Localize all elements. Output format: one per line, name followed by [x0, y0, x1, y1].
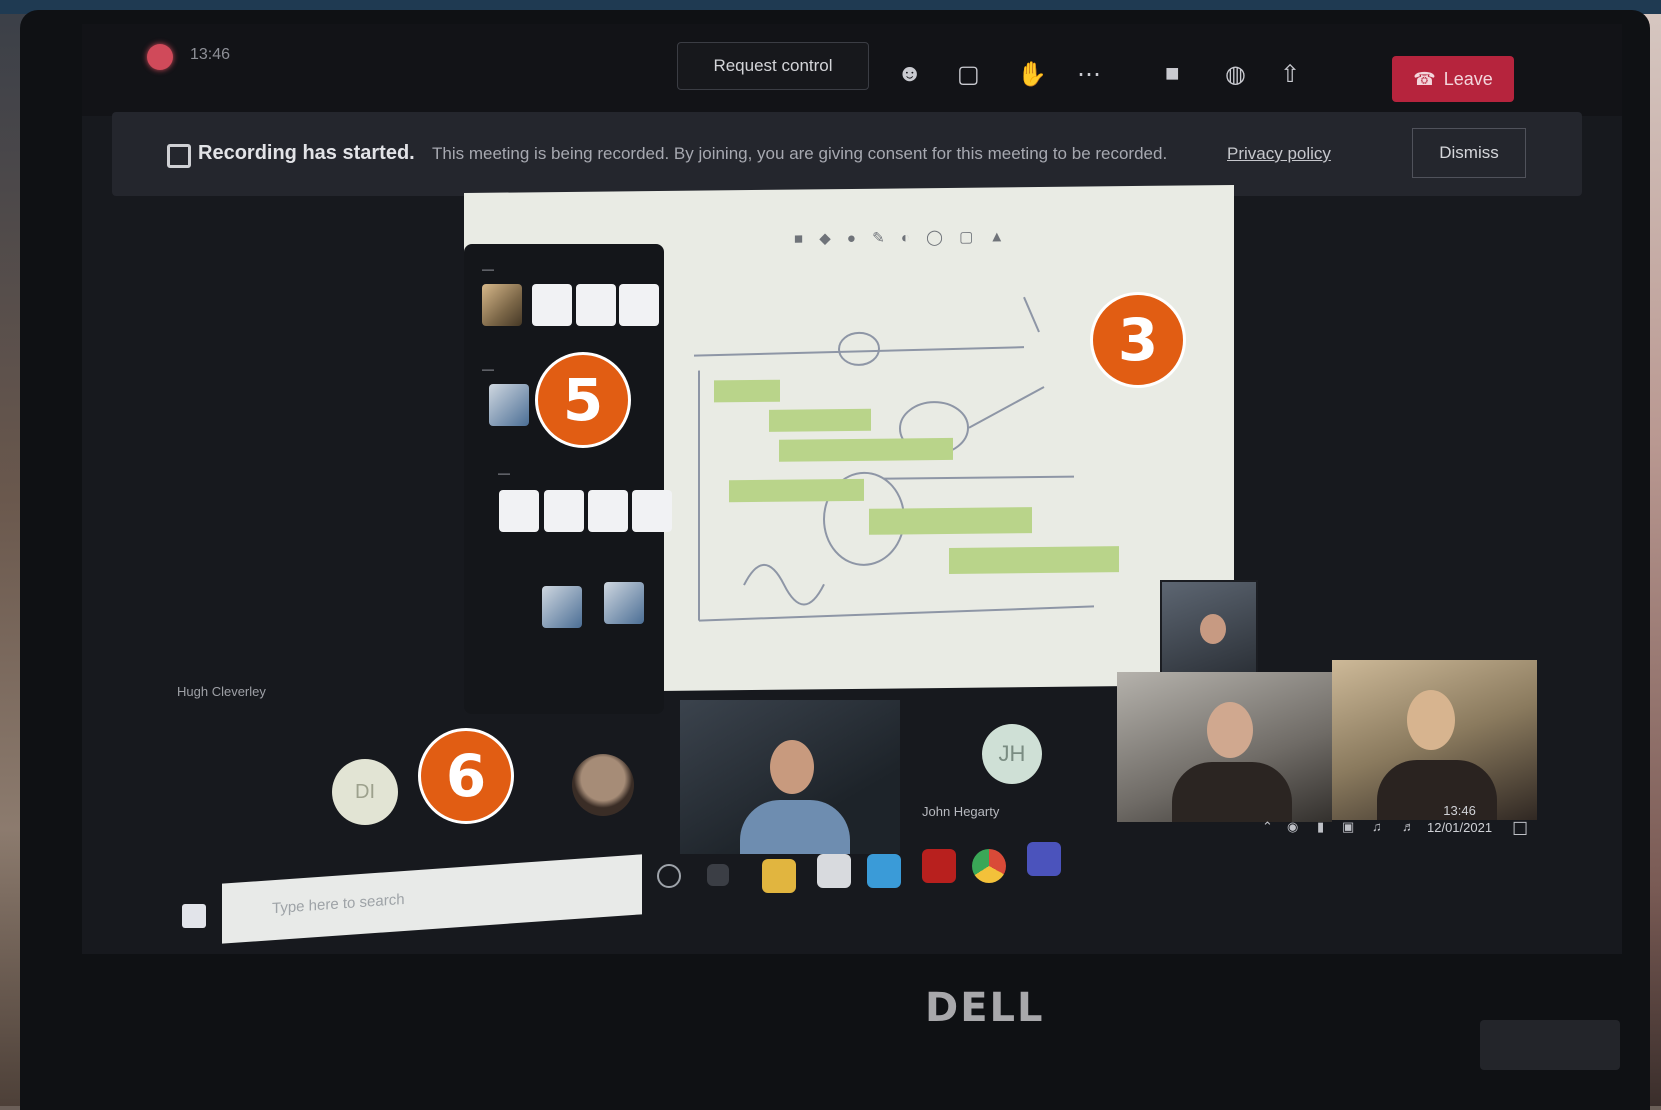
mic-icon[interactable]: ◍	[1225, 60, 1246, 89]
taskbar-search-box[interactable]: Type here to search	[222, 854, 642, 944]
panel-heading-2: —	[482, 362, 494, 376]
lock-icon	[167, 144, 191, 168]
participant-name-left: Hugh Cleverley	[177, 684, 266, 699]
dismiss-button[interactable]: Dismiss	[1412, 128, 1526, 178]
banner-title: Recording has started.	[198, 142, 415, 164]
volume-icon[interactable]: ♫	[1372, 819, 1382, 834]
phone-icon: ☎	[1413, 68, 1436, 89]
more-icon[interactable]: ⋯	[1077, 60, 1101, 89]
tray-chevron-icon[interactable]: ⌃	[1262, 819, 1273, 835]
panel-tile[interactable]	[619, 284, 659, 326]
chat-icon[interactable]: ▢	[957, 60, 980, 89]
task-view-icon[interactable]	[707, 864, 729, 886]
panel-tile[interactable]	[532, 284, 572, 326]
participant-avatar[interactable]: JH	[982, 724, 1042, 784]
leave-label: Leave	[1443, 68, 1493, 89]
laptop-screen: 13:46 Request control ☻ ▢ ✋ ⋯ ■ ◍ ⇧ ☎ Le…	[82, 24, 1622, 954]
clock-time: 13:46	[1443, 803, 1476, 818]
battery-icon[interactable]: ▮	[1317, 819, 1324, 835]
participant-video-tile[interactable]	[680, 700, 900, 854]
chrome-icon[interactable]	[972, 849, 1006, 883]
participant-body	[1172, 762, 1292, 822]
panel-heading-1: —	[482, 262, 494, 276]
windows-start-icon[interactable]	[182, 904, 206, 928]
panel-tile[interactable]	[499, 490, 539, 532]
callout-badge-5: 5	[535, 352, 631, 448]
panel-tile[interactable]	[588, 490, 628, 532]
laptop-frame: 13:46 Request control ☻ ▢ ✋ ⋯ ■ ◍ ⇧ ☎ Le…	[20, 10, 1650, 1110]
participant-head	[1207, 702, 1253, 758]
participant-avatar-left[interactable]: DI	[332, 759, 398, 825]
people-icon[interactable]: ☻	[897, 60, 922, 88]
banner-text: This meeting is being recorded. By joini…	[432, 144, 1168, 163]
camera-icon[interactable]: ■	[1165, 60, 1180, 88]
search-placeholder: Type here to search	[272, 890, 405, 918]
request-control-button[interactable]: Request control	[677, 42, 869, 90]
office-icon[interactable]	[922, 849, 956, 883]
panel-tile[interactable]	[489, 384, 529, 426]
leave-button[interactable]: ☎ Leave	[1392, 56, 1514, 102]
presenter-head	[1200, 614, 1226, 644]
recording-indicator-icon	[147, 44, 173, 70]
participant-video-tile[interactable]	[1117, 672, 1332, 822]
teams-icon[interactable]	[1027, 842, 1061, 876]
laptop-brand-logo: DELL	[925, 985, 1045, 1031]
participant-video-tile[interactable]	[1332, 660, 1537, 820]
callout-badge-6: 6	[418, 728, 514, 824]
participant-body	[740, 800, 850, 854]
panel-tile[interactable]	[482, 284, 522, 326]
network-icon[interactable]: ▣	[1342, 819, 1354, 835]
participant-head	[1407, 690, 1455, 750]
laptop-hinge	[1480, 1020, 1620, 1070]
panel-tile[interactable]	[542, 586, 582, 628]
share-icon[interactable]: ⇧	[1280, 60, 1300, 89]
panel-heading-3: —	[498, 466, 510, 480]
privacy-policy-link[interactable]: Privacy policy	[1227, 144, 1331, 164]
store-icon[interactable]	[817, 854, 851, 888]
participant-photo-avatar[interactable]	[572, 754, 634, 816]
wifi-icon[interactable]: ◉	[1287, 819, 1298, 835]
panel-tile[interactable]	[604, 582, 644, 624]
whiteboard-side-panel: — — —	[464, 244, 672, 714]
participant-name: John Hegarty	[922, 804, 1000, 819]
cortana-icon[interactable]	[657, 864, 681, 888]
panel-tile[interactable]	[576, 284, 616, 326]
taskbar-clock[interactable]: 13:46 12/01/2021	[1427, 802, 1492, 836]
recording-banner: Recording has started. This meeting is b…	[112, 112, 1582, 196]
meeting-timer: 13:46	[190, 46, 231, 63]
notifications-icon[interactable]: ☐	[1512, 819, 1528, 840]
panel-tile[interactable]	[632, 490, 672, 532]
participant-head	[770, 740, 814, 794]
presenter-video-thumbnail[interactable]	[1160, 580, 1258, 674]
mail-icon[interactable]	[867, 854, 901, 888]
callout-badge-3: 3	[1090, 292, 1186, 388]
clock-date: 12/01/2021	[1427, 820, 1493, 835]
meeting-topbar: 13:46 Request control ☻ ▢ ✋ ⋯ ■ ◍ ⇧ ☎ Le…	[82, 24, 1622, 116]
file-explorer-icon[interactable]	[762, 859, 796, 893]
raise-hand-icon[interactable]: ✋	[1017, 60, 1047, 89]
speaker-icon[interactable]: ♬	[1402, 819, 1415, 834]
panel-tile[interactable]	[544, 490, 584, 532]
